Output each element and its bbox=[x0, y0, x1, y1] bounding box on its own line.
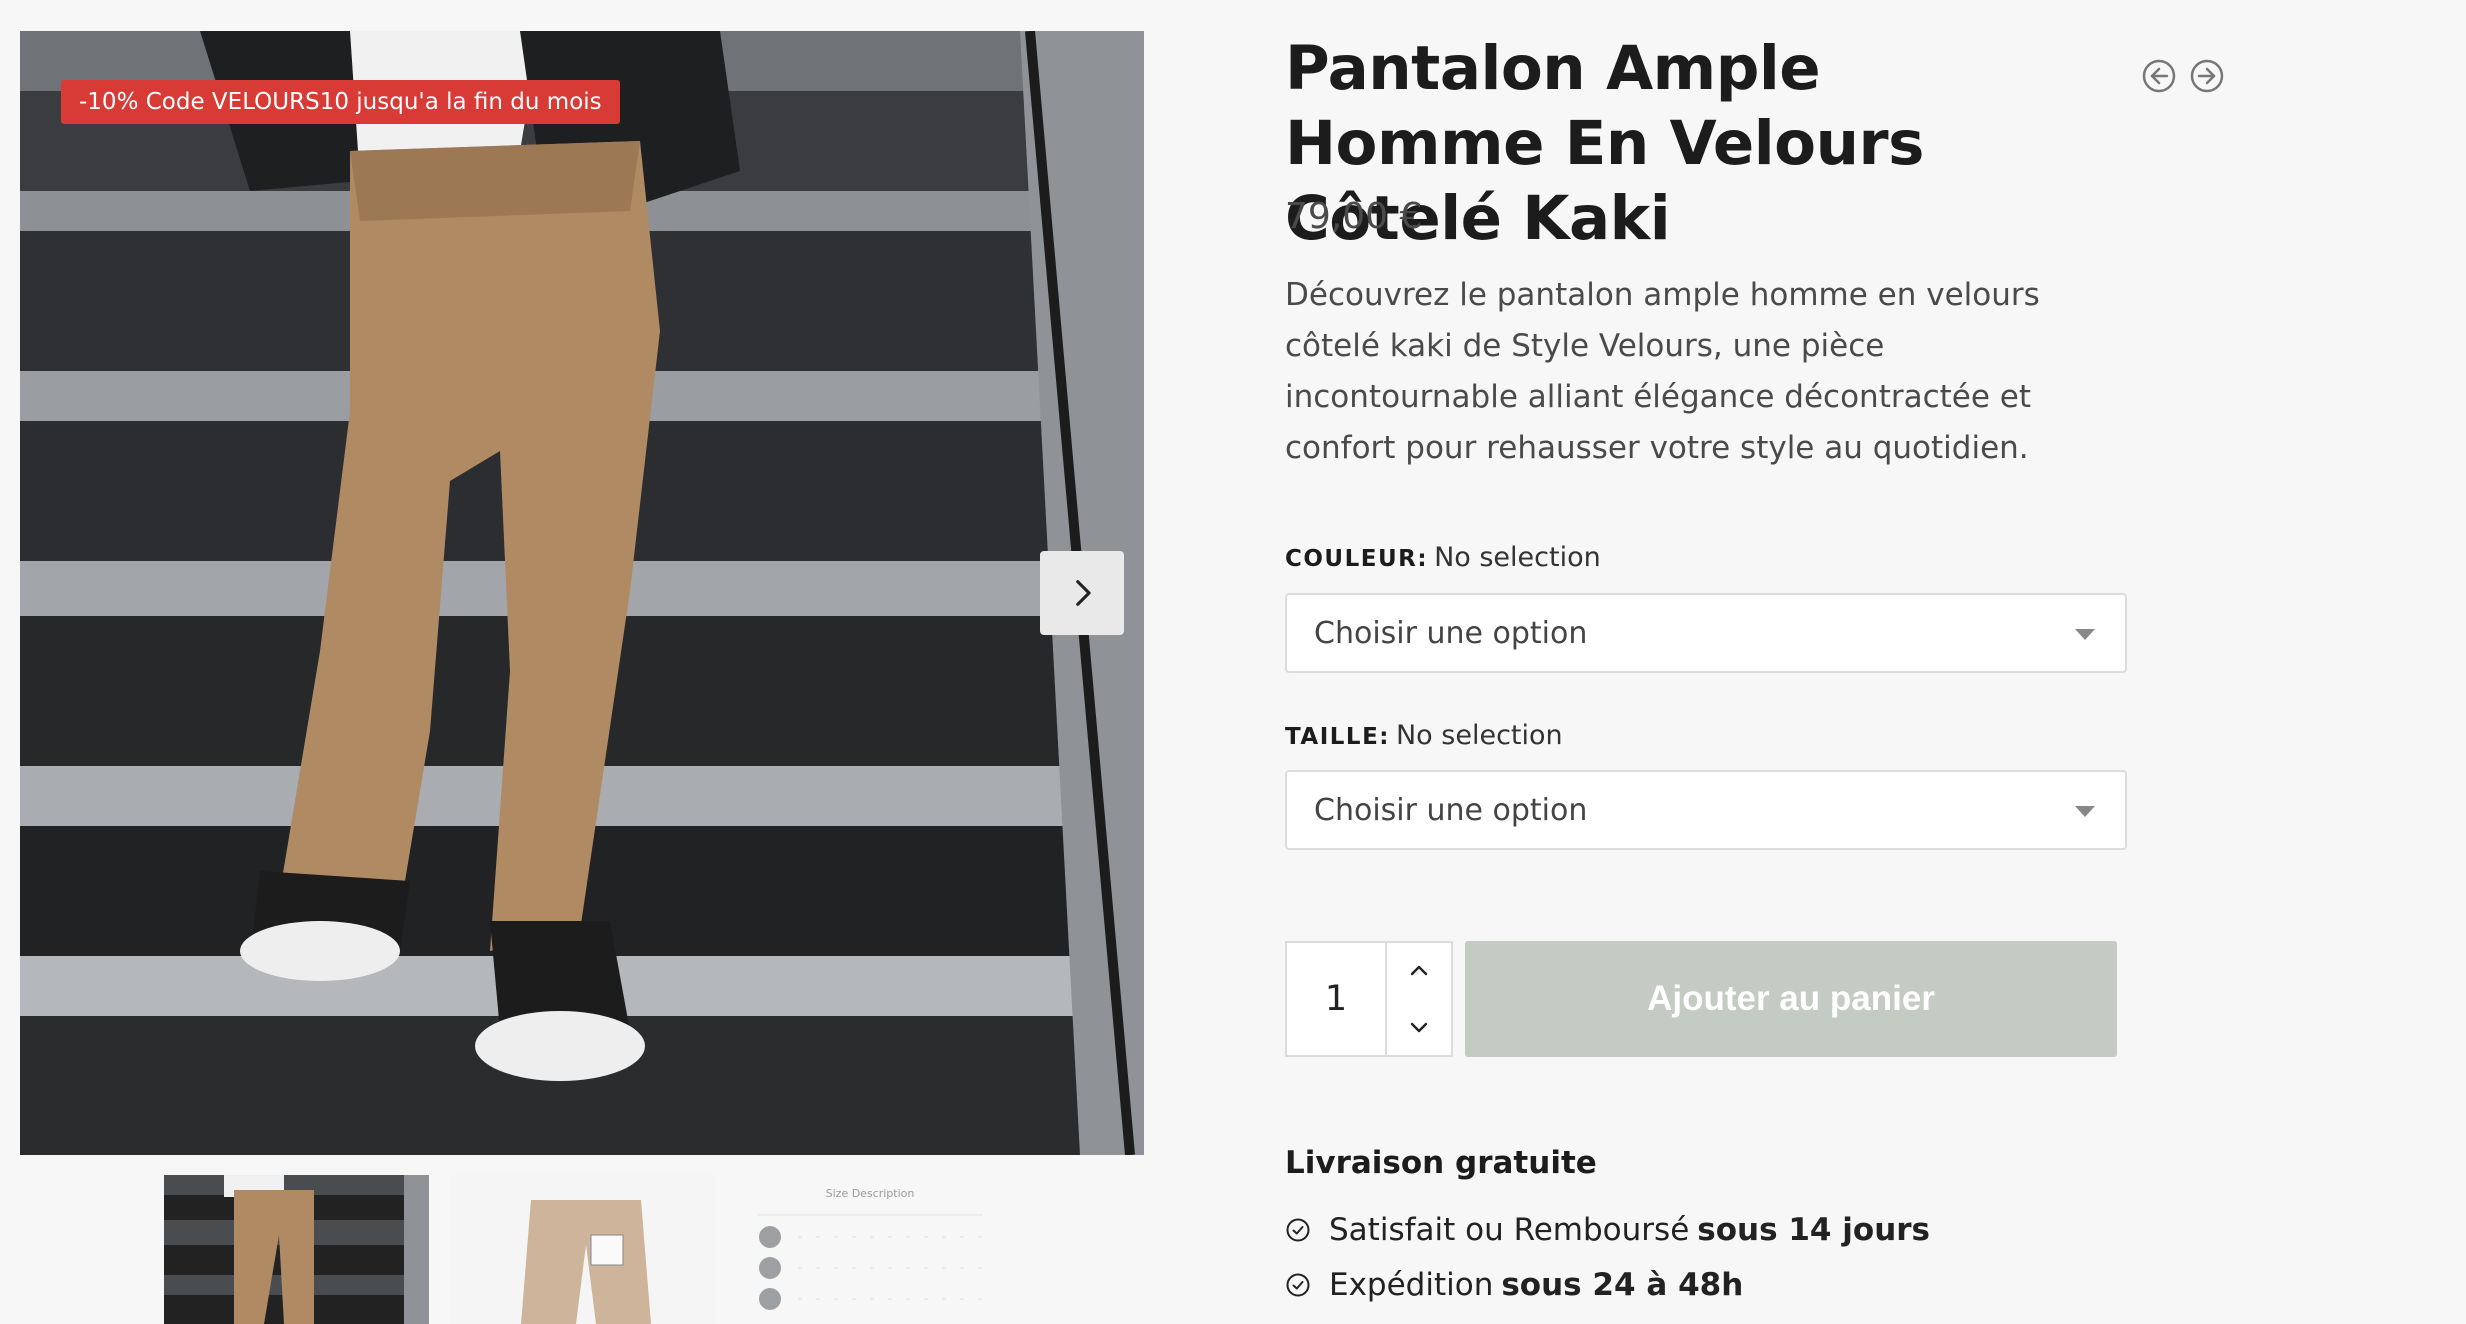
product-description: Découvrez le pantalon ample homme en vel… bbox=[1285, 277, 2040, 466]
product-main-image[interactable]: -10% Code VELOURS10 jusqu'a la fin du mo… bbox=[20, 31, 1144, 1155]
feature-dispatch-text: Expédition bbox=[1329, 1267, 1494, 1303]
chevron-up-icon bbox=[1410, 965, 1428, 976]
gallery-next-button[interactable] bbox=[1040, 551, 1124, 635]
caret-down-icon bbox=[2075, 806, 2095, 817]
product-price: 79,00 € bbox=[1285, 196, 1423, 237]
quantity-stepper: 1 bbox=[1285, 941, 1453, 1057]
size-selection-value: No selection bbox=[1395, 720, 1563, 751]
free-shipping-title: Livraison gratuite bbox=[1285, 1145, 1597, 1181]
quantity-input[interactable]: 1 bbox=[1287, 943, 1385, 1055]
size-label: TAILLE: bbox=[1285, 724, 1390, 750]
color-select-placeholder: Choisir une option bbox=[1314, 615, 1588, 651]
check-circle-icon bbox=[1286, 1273, 1310, 1297]
thumbnail-strip: Size Description bbox=[164, 1175, 1003, 1324]
product-photo bbox=[20, 31, 1144, 1155]
check-circle-icon bbox=[1286, 1218, 1310, 1242]
feature-refund-bold: sous 14 jours bbox=[1697, 1212, 1931, 1248]
color-option-label: COULEUR: No selection bbox=[1285, 542, 1601, 573]
add-to-cart-button[interactable]: Ajouter au panier bbox=[1465, 941, 2117, 1057]
chevron-right-icon bbox=[1076, 580, 1091, 606]
feature-dispatch-bold: sous 24 à 48h bbox=[1501, 1267, 1744, 1303]
quantity-decrease-button[interactable] bbox=[1387, 999, 1451, 1055]
feature-refund: Satisfait ou Remboursé sous 14 jours bbox=[1285, 1212, 1930, 1248]
color-select[interactable]: Choisir une option bbox=[1285, 593, 2127, 673]
size-chart-title: Size Description bbox=[826, 1187, 915, 1200]
arrow-right-circle-icon[interactable] bbox=[2189, 58, 2225, 94]
arrow-left-circle-icon[interactable] bbox=[2141, 58, 2177, 94]
quantity-steppers bbox=[1385, 943, 1451, 1055]
caret-down-icon bbox=[2075, 629, 2095, 640]
product-nav bbox=[2141, 58, 2225, 94]
promo-badge: -10% Code VELOURS10 jusqu'a la fin du mo… bbox=[61, 80, 620, 124]
quantity-increase-button[interactable] bbox=[1387, 943, 1451, 999]
color-label: COULEUR: bbox=[1285, 546, 1429, 572]
chevron-down-icon bbox=[1410, 1022, 1428, 1033]
size-select-placeholder: Choisir une option bbox=[1314, 792, 1588, 828]
feature-dispatch: Expédition sous 24 à 48h bbox=[1285, 1267, 1743, 1303]
size-select[interactable]: Choisir une option bbox=[1285, 770, 2127, 850]
color-selection-value: No selection bbox=[1434, 542, 1601, 573]
thumbnail-model-stairs[interactable] bbox=[164, 1175, 429, 1324]
feature-refund-text: Satisfait ou Remboursé bbox=[1329, 1212, 1690, 1248]
thumbnail-size-chart[interactable]: Size Description bbox=[738, 1175, 1003, 1324]
size-option-label: TAILLE: No selection bbox=[1285, 720, 1563, 751]
thumbnail-pants-flat[interactable] bbox=[451, 1175, 716, 1324]
